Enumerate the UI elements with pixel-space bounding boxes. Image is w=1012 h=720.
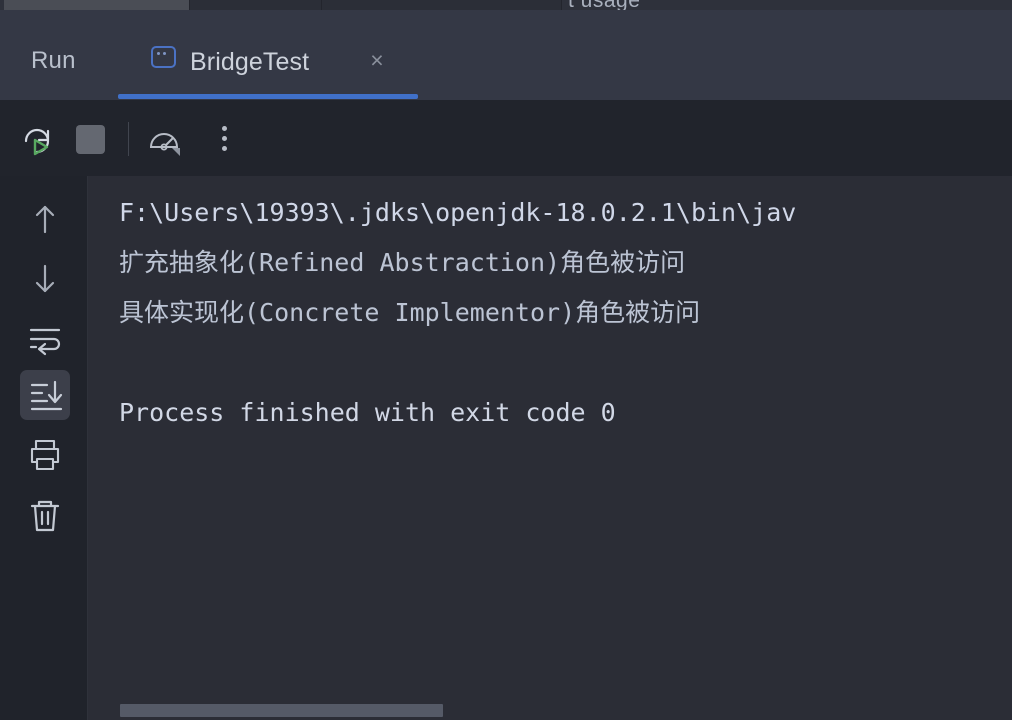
rerun-button[interactable] [18,120,56,158]
tab-bridgetest[interactable]: BridgeTest × [118,10,418,100]
console-line: 具体实现化(Concrete Implementor)角色被访问 [119,298,701,327]
soft-wrap-button[interactable] [20,314,70,364]
scroll-to-end-icon [30,380,63,411]
run-tool-window-label: Run [31,47,76,74]
clear-all-button[interactable] [20,490,70,540]
console-line: 扩充抽象化(Refined Abstraction)角色被访问 [119,248,686,277]
toolbar-separator [128,122,129,156]
run-tool-window: t usage Run BridgeTest × [0,0,1012,720]
rerun-icon [24,128,50,156]
partial-strip-cell [322,0,562,10]
tab-strip: Run BridgeTest × [0,10,1012,100]
scroll-up-button[interactable] [20,194,70,244]
trash-icon [30,500,60,532]
scroll-to-end-button[interactable] [20,370,70,420]
arrow-down-icon [35,264,55,293]
more-options-button[interactable] [206,120,244,158]
gauge-icon [149,133,180,156]
horizontal-scrollbar-thumb[interactable] [120,704,443,717]
close-icon[interactable]: × [365,48,389,72]
active-tab-indicator [118,94,418,99]
upper-window-partial-strip: t usage [0,0,1012,10]
printer-icon [30,439,60,471]
soft-wrap-icon [29,328,61,356]
console-line: Process finished with exit code 0 [119,398,616,427]
console-lines: F:\Users\19393\.jdks\openjdk-18.0.2.1\bi… [119,188,1012,438]
partial-strip-cell [190,0,322,10]
console-tab-icon [151,46,176,68]
arrow-up-icon [35,205,55,234]
print-button[interactable] [20,430,70,480]
console-gutter-toolbar [0,176,88,720]
run-toolbar [0,100,1012,176]
stop-button[interactable] [72,120,110,158]
stop-icon [76,125,105,154]
profiler-button[interactable] [145,120,183,158]
console-output-panel[interactable]: F:\Users\19393\.jdks\openjdk-18.0.2.1\bi… [88,176,1012,720]
horizontal-scrollbar[interactable] [88,702,1012,720]
partial-strip-cell [4,0,190,10]
scroll-down-button[interactable] [20,254,70,304]
partial-strip-label: t usage [568,0,640,10]
vertical-dots-icon [222,126,227,152]
tab-label: BridgeTest [190,48,310,76]
console-line: F:\Users\19393\.jdks\openjdk-18.0.2.1\bi… [119,198,797,227]
